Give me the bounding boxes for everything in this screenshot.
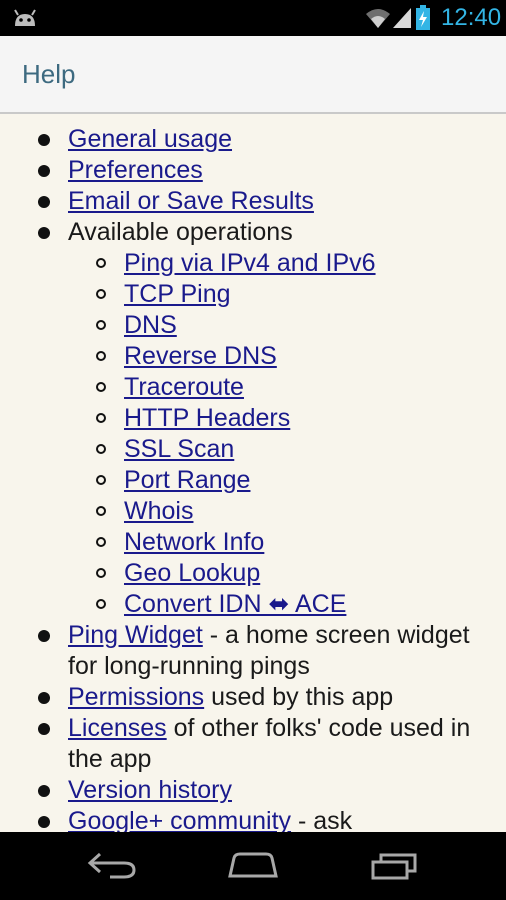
sub-list-item: Traceroute bbox=[68, 372, 496, 403]
list-item: Permissions used by this app bbox=[0, 682, 506, 713]
link-email-or-save-results[interactable]: Email or Save Results bbox=[68, 187, 314, 215]
link-http-headers[interactable]: HTTP Headers bbox=[124, 404, 290, 432]
signal-icon bbox=[393, 8, 411, 28]
sub-list-item: Port Range bbox=[68, 465, 496, 496]
link-permissions[interactable]: Permissions bbox=[68, 683, 204, 711]
hollow-bullet bbox=[96, 537, 106, 547]
home-icon[interactable] bbox=[226, 850, 280, 882]
wifi-icon bbox=[366, 9, 390, 28]
sub-list-item: SSL Scan bbox=[68, 434, 496, 465]
link-general-usage[interactable]: General usage bbox=[68, 125, 232, 153]
link-port-range[interactable]: Port Range bbox=[124, 466, 250, 494]
available-operations-label: Available operations bbox=[68, 218, 293, 246]
sub-list-item: DNS bbox=[68, 310, 496, 341]
bullet bbox=[38, 630, 50, 642]
link-preferences[interactable]: Preferences bbox=[68, 156, 203, 184]
hollow-bullet bbox=[96, 320, 106, 330]
link-tcp-ping[interactable]: TCP Ping bbox=[124, 280, 231, 308]
battery-charging-icon bbox=[416, 5, 430, 30]
action-bar: Help bbox=[0, 36, 506, 114]
list-item: Google+ community - ask bbox=[0, 806, 506, 832]
sub-list-item: Whois bbox=[68, 496, 496, 527]
back-icon[interactable] bbox=[86, 850, 138, 882]
status-clock: 12:40 bbox=[441, 4, 502, 31]
sub-list-item: Network Info bbox=[68, 527, 496, 558]
link-version-history[interactable]: Version history bbox=[68, 776, 232, 804]
bullet bbox=[38, 785, 50, 797]
link-licenses[interactable]: Licenses bbox=[68, 714, 167, 742]
sub-list-item: Geo Lookup bbox=[68, 558, 496, 589]
navigation-bar bbox=[0, 832, 506, 900]
link-network-info[interactable]: Network Info bbox=[124, 528, 264, 556]
help-list: General usage Preferences Email or Save … bbox=[0, 114, 506, 832]
link-ping-widget[interactable]: Ping Widget bbox=[68, 621, 203, 649]
bullet bbox=[38, 723, 50, 735]
bullet bbox=[38, 227, 50, 239]
bullet bbox=[38, 134, 50, 146]
list-item: General usage bbox=[0, 124, 506, 155]
hollow-bullet bbox=[96, 351, 106, 361]
link-geo-lookup[interactable]: Geo Lookup bbox=[124, 559, 260, 587]
list-item-available-operations: Available operations Ping via IPv4 and I… bbox=[0, 217, 506, 620]
status-bar: 12:40 bbox=[0, 0, 506, 36]
list-item: Licenses of other folks' code used in th… bbox=[0, 713, 506, 775]
link-dns[interactable]: DNS bbox=[124, 311, 177, 339]
operations-list: Ping via IPv4 and IPv6 TCP Ping DNS Reve… bbox=[68, 248, 496, 620]
item-description: used by this app bbox=[204, 683, 394, 711]
sub-list-item: TCP Ping bbox=[68, 279, 496, 310]
android-icon bbox=[14, 9, 36, 26]
bullet bbox=[38, 692, 50, 704]
help-content[interactable]: General usage Preferences Email or Save … bbox=[0, 114, 506, 832]
hollow-bullet bbox=[96, 382, 106, 392]
recent-apps-icon[interactable] bbox=[369, 850, 421, 882]
sub-list-item: HTTP Headers bbox=[68, 403, 496, 434]
hollow-bullet bbox=[96, 413, 106, 423]
link-ssl-scan[interactable]: SSL Scan bbox=[124, 435, 234, 463]
page-title: Help bbox=[22, 59, 76, 89]
sub-list-item: Convert IDN ⬌ ACE bbox=[68, 589, 496, 620]
bullet bbox=[38, 816, 50, 828]
hollow-bullet bbox=[96, 289, 106, 299]
sub-list-item: Ping via IPv4 and IPv6 bbox=[68, 248, 496, 279]
link-traceroute[interactable]: Traceroute bbox=[124, 373, 244, 401]
hollow-bullet bbox=[96, 568, 106, 578]
list-item: Email or Save Results bbox=[0, 186, 506, 217]
link-convert-idn-ace[interactable]: Convert IDN ⬌ ACE bbox=[124, 590, 346, 618]
link-ping[interactable]: Ping via IPv4 and IPv6 bbox=[124, 249, 376, 277]
hollow-bullet bbox=[96, 599, 106, 609]
list-item: Ping Widget - a home screen widget for l… bbox=[0, 620, 506, 682]
sub-list-item: Reverse DNS bbox=[68, 341, 496, 372]
link-google-plus-community[interactable]: Google+ community bbox=[68, 807, 291, 832]
list-item: Version history bbox=[0, 775, 506, 806]
hollow-bullet bbox=[96, 475, 106, 485]
hollow-bullet bbox=[96, 506, 106, 516]
link-reverse-dns[interactable]: Reverse DNS bbox=[124, 342, 277, 370]
list-item: Preferences bbox=[0, 155, 506, 186]
hollow-bullet bbox=[96, 258, 106, 268]
hollow-bullet bbox=[96, 444, 106, 454]
link-whois[interactable]: Whois bbox=[124, 497, 193, 525]
item-description: - ask bbox=[291, 807, 353, 832]
bullet bbox=[38, 165, 50, 177]
bullet bbox=[38, 196, 50, 208]
